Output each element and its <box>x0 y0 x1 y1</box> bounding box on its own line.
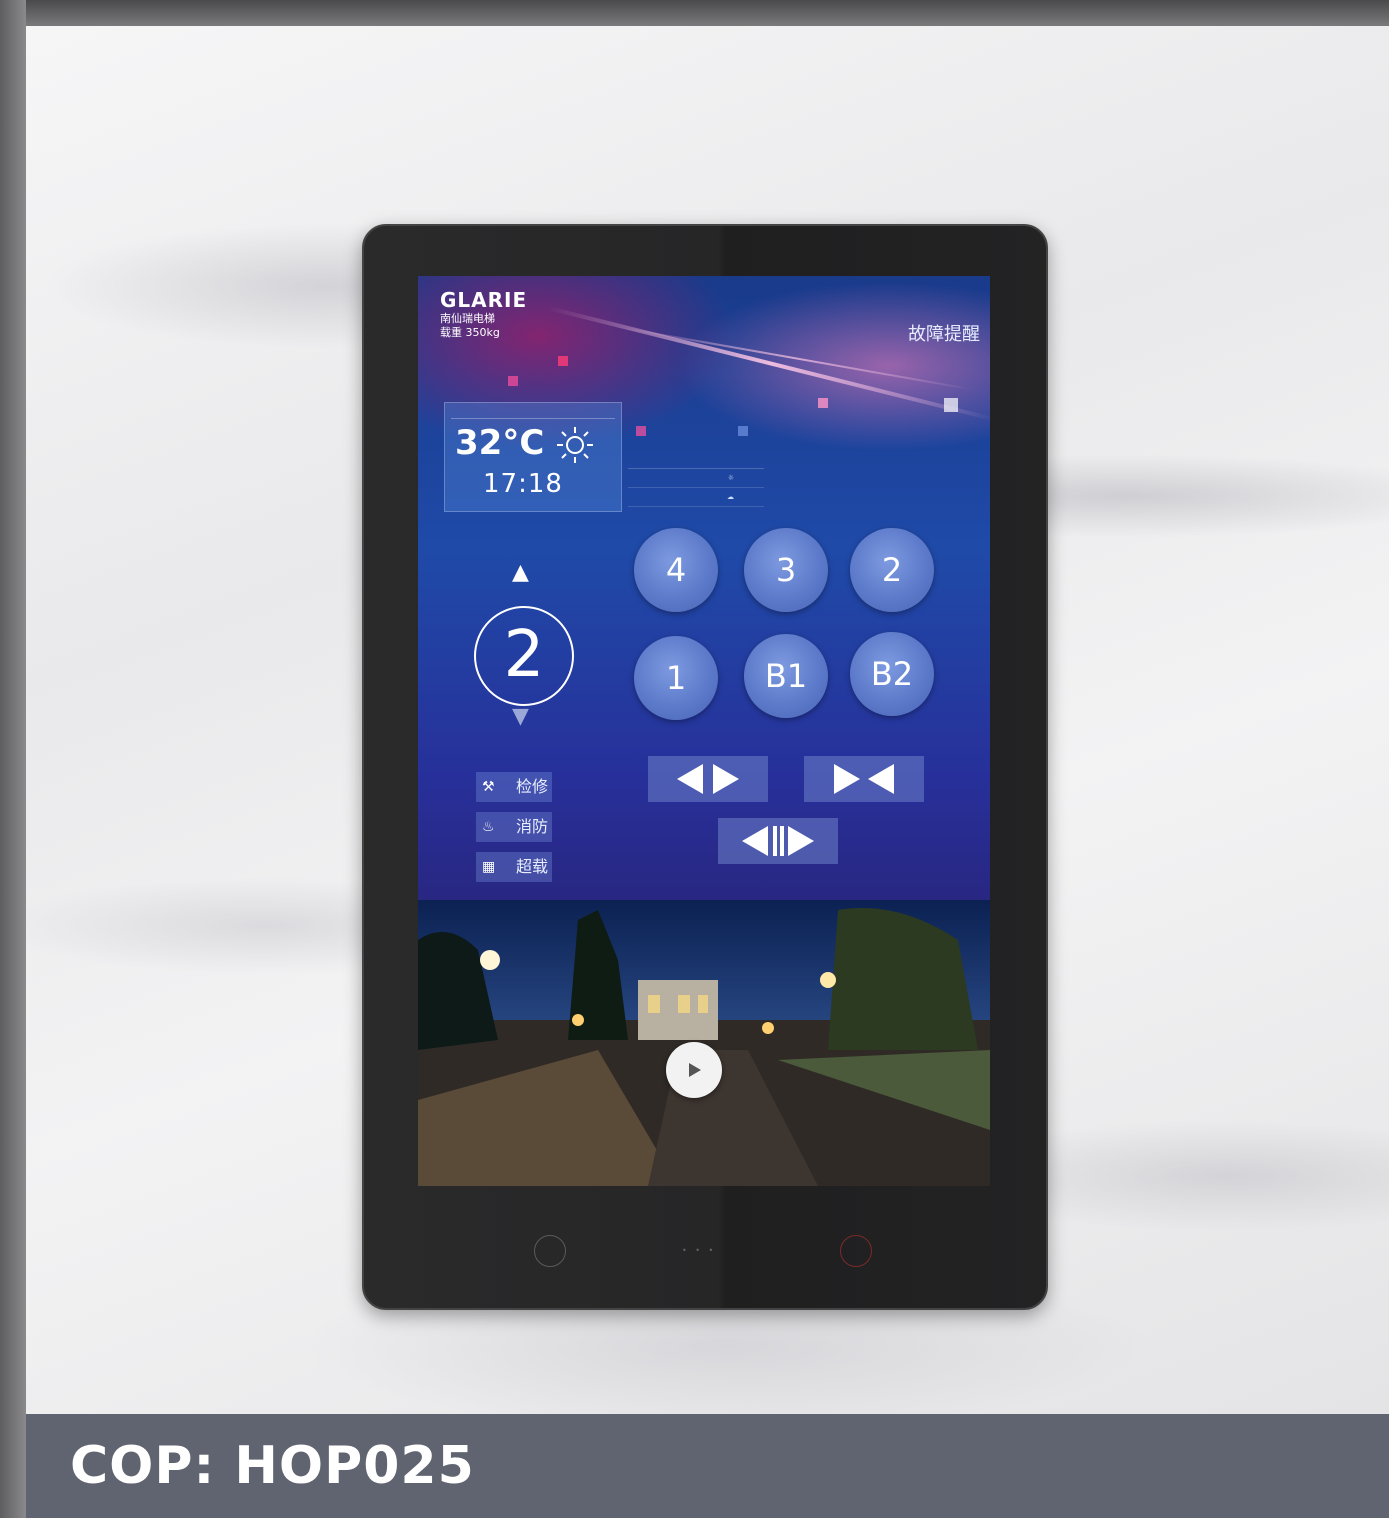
bezel-touch-button[interactable] <box>534 1235 566 1267</box>
pixel-decoration <box>636 426 646 436</box>
door-open-button[interactable] <box>648 756 768 802</box>
floor-button-4[interactable]: 4 <box>634 528 718 612</box>
clock-time: 17:18 <box>483 469 563 499</box>
floor-button-1[interactable]: 1 <box>634 636 718 720</box>
bezel-alarm-button[interactable] <box>840 1235 872 1267</box>
temperature: 32°C <box>455 423 545 463</box>
brand-logo-text: GLARIE <box>440 288 528 312</box>
pixel-decoration <box>508 376 518 386</box>
mode-fire: ♨ 消防 <box>476 812 552 842</box>
model-caption: COP: HOP025 <box>70 1436 475 1496</box>
tools-icon: ⚒ <box>482 779 495 795</box>
pixel-decoration <box>944 398 958 412</box>
door-hold-button[interactable] <box>718 818 838 864</box>
door-close-button[interactable] <box>804 756 924 802</box>
bezel-indicator-dots: • • • <box>682 1246 717 1255</box>
arrow-up-icon: ▲ <box>512 560 529 585</box>
pixel-decoration <box>818 398 828 408</box>
door-close-icon <box>834 764 894 794</box>
overload-icon: ▦ <box>482 859 496 875</box>
door-open-icon <box>677 764 739 794</box>
brand-sub-name: 南仙瑞电梯 <box>440 312 495 325</box>
background-frame-top <box>0 0 1389 26</box>
fault-reminder[interactable]: 故障提醒 <box>908 320 980 346</box>
pixel-decoration <box>558 356 568 366</box>
fire-extinguisher-icon: ♨ <box>482 819 495 835</box>
load-capacity: 载重 350kg <box>440 326 500 339</box>
mode-label: 超载 <box>515 857 548 876</box>
floor-button-2[interactable]: 2 <box>850 528 934 612</box>
pixel-decoration <box>738 426 748 436</box>
background-frame-left <box>0 0 26 1518</box>
weather-widget: 32°C 17:18 <box>444 402 622 512</box>
current-floor-display: 2 <box>474 606 574 706</box>
forecast-panel: ☼ ☁ <box>628 468 764 509</box>
mode-label: 检修 <box>515 777 548 796</box>
arrow-down-icon: ▼ <box>512 704 529 729</box>
sun-icon <box>557 427 593 463</box>
forecast-row: ☼ <box>628 469 764 488</box>
media-player <box>418 900 990 1186</box>
mode-label: 消防 <box>515 817 548 836</box>
weather-header <box>451 406 615 419</box>
elevator-screen: GLARIE 南仙瑞电梯 载重 350kg 故障提醒 32°C 17:18 ☼ … <box>418 276 990 1186</box>
play-button[interactable] <box>666 1042 722 1098</box>
floor-button-b1[interactable]: B1 <box>744 634 828 718</box>
floor-button-3[interactable]: 3 <box>744 528 828 612</box>
play-icon <box>689 1063 701 1077</box>
brand-logo: GLARIE 南仙瑞电梯 载重 350kg <box>440 288 527 340</box>
mode-maintenance: ⚒ 检修 <box>476 772 552 802</box>
forecast-row: ☁ <box>628 488 764 507</box>
floor-button-b2[interactable]: B2 <box>850 632 934 716</box>
mode-overload: ▦ 超载 <box>476 852 552 882</box>
door-hold-icon <box>742 826 814 856</box>
